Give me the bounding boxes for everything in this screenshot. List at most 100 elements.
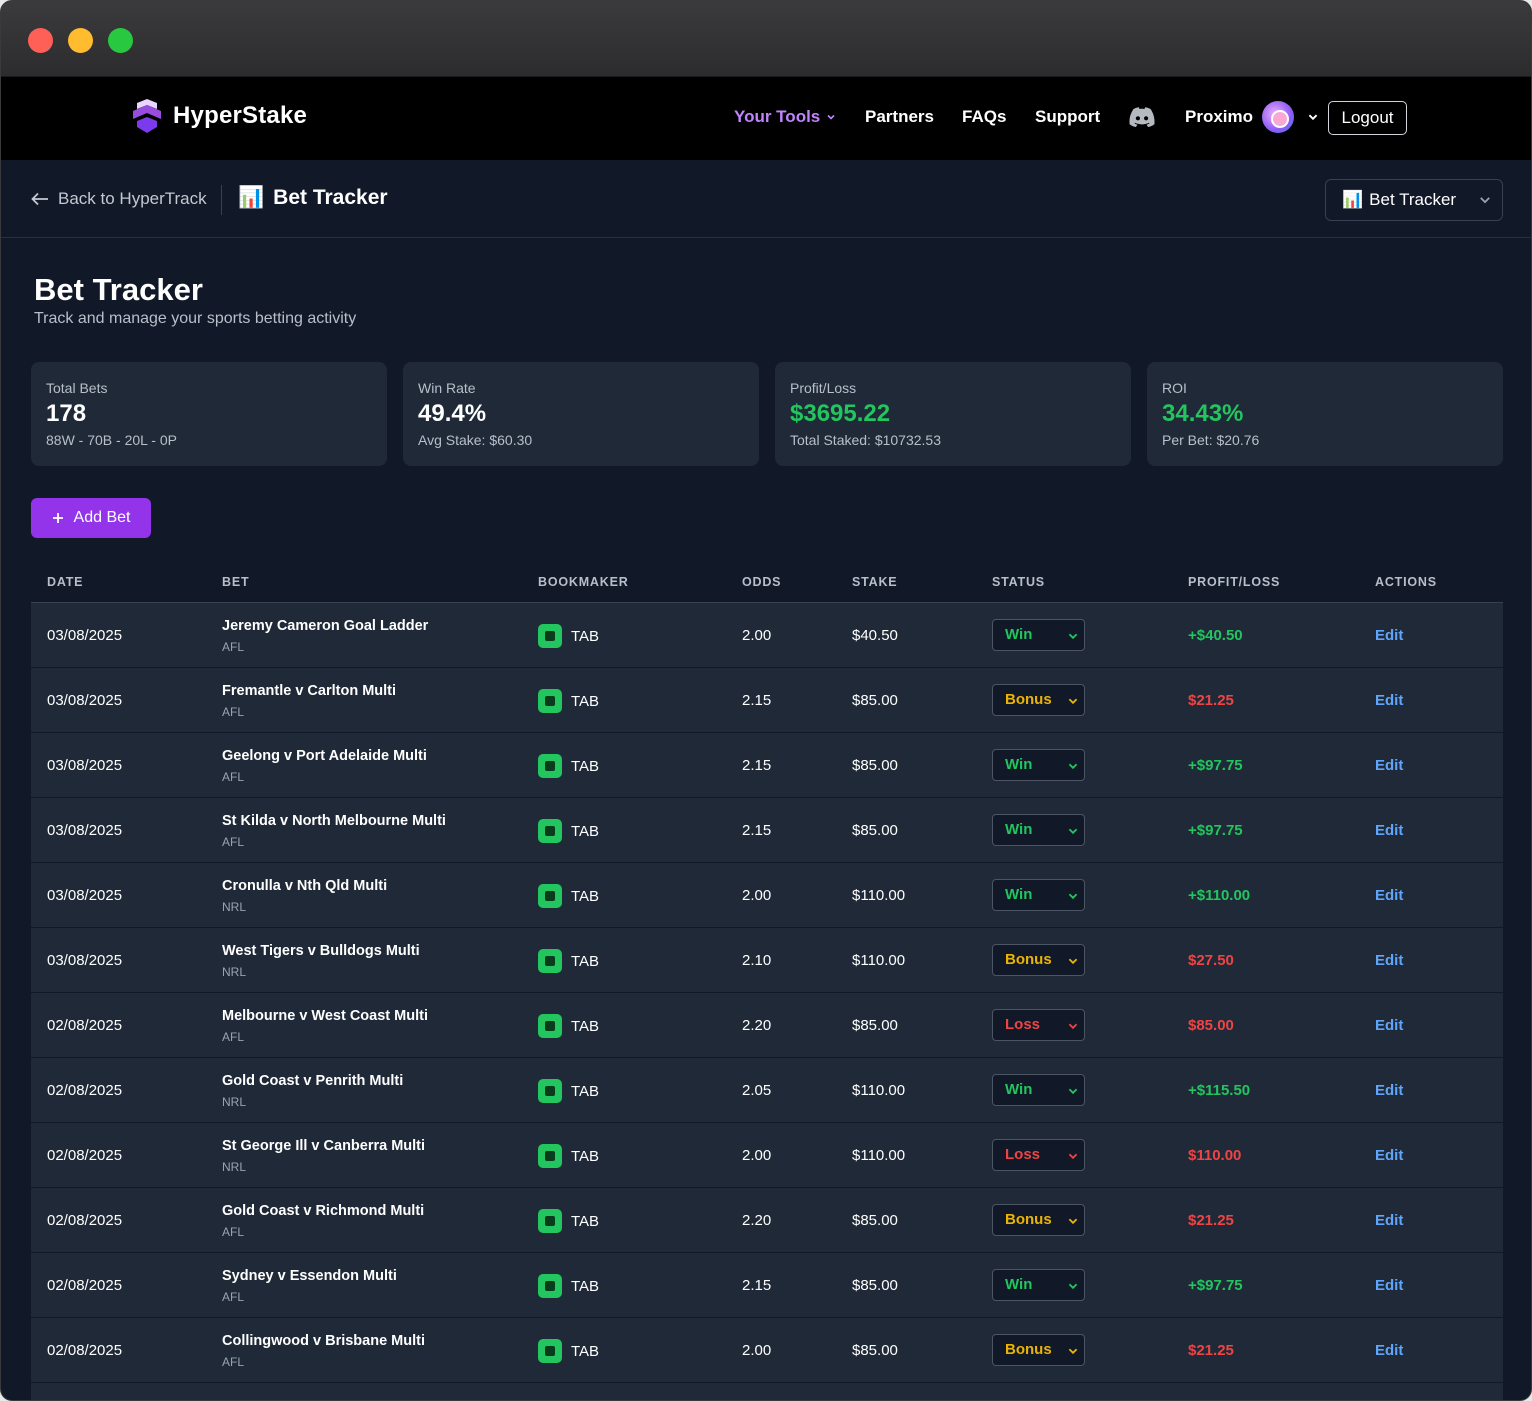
status-select[interactable]: Win <box>992 814 1085 846</box>
sub-header: Back to HyperTrack 📊 Bet Tracker 📊 Bet T… <box>1 160 1531 238</box>
table-row: 02/08/2025 Sydney v Essendon Multi AFL T… <box>31 1253 1503 1318</box>
user-menu[interactable]: Proximo <box>1185 101 1319 133</box>
tab-bookmaker-icon <box>538 624 562 648</box>
chevron-down-icon <box>1068 633 1078 640</box>
bet-odds: 2.15 <box>742 822 772 839</box>
status-select[interactable]: Bonus <box>992 1204 1085 1236</box>
status-select[interactable]: Win <box>992 1074 1085 1106</box>
column-header-profit-loss[interactable]: PROFIT/LOSS <box>1188 575 1280 589</box>
edit-bet-link[interactable]: Edit <box>1375 822 1403 839</box>
bookmaker: TAB <box>538 624 599 648</box>
avatar <box>1262 101 1295 133</box>
nav-your-tools-dropdown[interactable]: Your Tools <box>734 107 836 127</box>
logout-button[interactable]: Logout <box>1328 101 1407 135</box>
column-header-date[interactable]: DATE <box>47 575 83 589</box>
bet-sport: NRL <box>222 1160 247 1174</box>
column-header-bookmaker[interactable]: BOOKMAKER <box>538 575 629 589</box>
bookmaker-name: TAB <box>571 887 600 905</box>
column-header-odds[interactable]: ODDS <box>742 575 781 589</box>
back-to-hypertrack-link[interactable]: Back to HyperTrack <box>31 189 207 209</box>
bet-sport: NRL <box>222 1095 247 1109</box>
nav-partners-link[interactable]: Partners <box>865 107 934 127</box>
stat-card-total-bets: Total Bets 178 88W - 70B - 20L - 0P <box>31 362 387 466</box>
tab-bookmaker-icon <box>538 884 562 908</box>
bet-odds: 2.10 <box>742 952 772 969</box>
table-row: 02/08/2025 Gold Coast v Richmond Multi A… <box>31 1188 1503 1253</box>
column-header-stake[interactable]: STAKE <box>852 575 897 589</box>
discord-icon[interactable] <box>1129 105 1155 129</box>
bet-stake: $85.00 <box>852 1017 898 1034</box>
bookmaker: TAB <box>538 1339 599 1363</box>
status-value: Bonus <box>1005 1341 1052 1358</box>
bet-profit-loss: $85.00 <box>1188 1017 1234 1034</box>
bet-date: 03/08/2025 <box>47 887 123 904</box>
status-select[interactable]: Loss <box>992 1009 1085 1041</box>
status-select[interactable]: Win <box>992 749 1085 781</box>
bookmaker: TAB <box>538 1209 599 1233</box>
maximize-window-button[interactable] <box>108 28 133 53</box>
status-value: Win <box>1005 1276 1033 1293</box>
bet-sport: AFL <box>222 1030 245 1044</box>
edit-bet-link[interactable]: Edit <box>1375 627 1403 644</box>
bet-sport: AFL <box>222 770 245 784</box>
stat-label: Win Rate <box>418 380 476 396</box>
status-select[interactable]: Win <box>992 1269 1085 1301</box>
chevron-down-icon <box>1068 1218 1078 1225</box>
edit-bet-link[interactable]: Edit <box>1375 1212 1403 1229</box>
edit-bet-link[interactable]: Edit <box>1375 692 1403 709</box>
status-select[interactable]: Win <box>992 879 1085 911</box>
bookmaker-name: TAB <box>571 1277 600 1295</box>
tool-select-dropdown[interactable]: 📊 Bet Tracker <box>1325 179 1503 221</box>
table-body: 03/08/2025 Jeremy Cameron Goal Ladder AF… <box>31 603 1503 1400</box>
bet-name: Cronulla v Nth Qld Multi <box>222 878 388 894</box>
add-bet-button[interactable]: Add Bet <box>31 498 151 538</box>
bets-table: DATE BET BOOKMAKER ODDS STAKE STATUS PRO… <box>31 562 1503 1400</box>
nav-support-link[interactable]: Support <box>1035 107 1100 127</box>
status-select[interactable]: Bonus <box>992 684 1085 716</box>
column-header-status[interactable]: STATUS <box>992 575 1045 589</box>
bookmaker: TAB <box>538 754 599 778</box>
bet-date: 03/08/2025 <box>47 952 123 969</box>
bet-date: 03/08/2025 <box>47 692 123 709</box>
bet-odds: 2.05 <box>742 1082 772 1099</box>
edit-bet-link[interactable]: Edit <box>1375 1082 1403 1099</box>
bet-date: 02/08/2025 <box>47 1147 123 1164</box>
edit-bet-link[interactable]: Edit <box>1375 1147 1403 1164</box>
stat-sub: Avg Stake: $60.30 <box>418 432 533 448</box>
bet-name: Sydney v Essendon Multi <box>222 1268 397 1284</box>
edit-bet-link[interactable]: Edit <box>1375 757 1403 774</box>
nav-faqs-link[interactable]: FAQs <box>962 107 1006 127</box>
bet-odds: 2.15 <box>742 1277 772 1294</box>
column-header-bet[interactable]: BET <box>222 575 249 589</box>
close-window-button[interactable] <box>28 28 53 53</box>
bet-odds: 2.15 <box>742 692 772 709</box>
bet-stake: $110.00 <box>852 1082 906 1099</box>
edit-bet-link[interactable]: Edit <box>1375 1342 1403 1359</box>
status-select[interactable]: Bonus <box>992 944 1085 976</box>
bet-stake: $85.00 <box>852 1212 898 1229</box>
tab-bookmaker-icon <box>538 1014 562 1038</box>
edit-bet-link[interactable]: Edit <box>1375 887 1403 904</box>
status-select[interactable]: Bonus <box>992 1334 1085 1366</box>
table-row: 03/08/2025 Jeremy Cameron Goal Ladder AF… <box>31 603 1503 668</box>
table-row: 02/08/2025 Gold Coast v Penrith Multi NR… <box>31 1058 1503 1123</box>
bet-profit-loss: +$97.75 <box>1188 757 1243 774</box>
status-select[interactable]: Win <box>992 619 1085 651</box>
bet-odds: 2.00 <box>742 627 772 644</box>
bet-name: Collingwood v Brisbane Multi <box>222 1333 425 1349</box>
status-select[interactable]: Loss <box>992 1139 1085 1171</box>
bet-profit-loss: $110.00 <box>1188 1147 1242 1164</box>
tab-bookmaker-icon <box>538 819 562 843</box>
bet-name: Gold Coast v Penrith Multi <box>222 1073 404 1089</box>
stat-card-win-rate: Win Rate 49.4% Avg Stake: $60.30 <box>403 362 759 466</box>
edit-bet-link[interactable]: Edit <box>1375 1017 1403 1034</box>
bet-date: 03/08/2025 <box>47 822 123 839</box>
sub-header-title-text: Bet Tracker <box>273 186 388 209</box>
minimize-window-button[interactable] <box>68 28 93 53</box>
chevron-down-icon <box>1068 1088 1078 1095</box>
edit-bet-link[interactable]: Edit <box>1375 952 1403 969</box>
stat-value: 178 <box>46 400 87 427</box>
brand-logo-link[interactable]: HyperStake <box>131 99 307 133</box>
table-header: DATE BET BOOKMAKER ODDS STAKE STATUS PRO… <box>31 562 1503 603</box>
edit-bet-link[interactable]: Edit <box>1375 1277 1403 1294</box>
